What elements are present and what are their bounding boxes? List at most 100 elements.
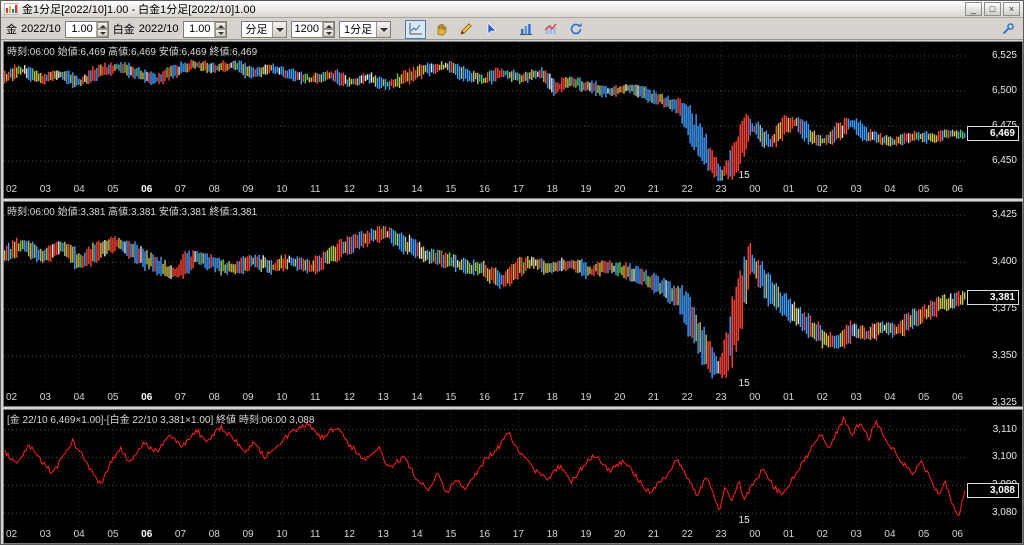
price-tick-label: 3,080: [991, 507, 1017, 519]
time-tick-label: 07: [174, 529, 187, 540]
time-tick-label: 18: [546, 392, 558, 403]
bar-chart-tool-button[interactable]: [515, 20, 536, 39]
chart-window: 金1分足[2022/10]1.00 - 白金1分足[2022/10]1.00 _…: [0, 0, 1024, 545]
price-tick-label: 3,100: [991, 451, 1017, 463]
time-tick-label: 12: [343, 529, 355, 540]
time-tick-label: 02: [6, 529, 18, 540]
current-price-box: 6,469: [967, 126, 1019, 142]
pointer-tool-button[interactable]: [480, 20, 501, 39]
bar-type-select[interactable]: 分足: [240, 20, 287, 38]
platinum-chart-plot[interactable]: 時刻:06:00 始値:3,381 高値:3,381 安値:3,381 終値:3…: [4, 202, 966, 390]
time-tick-label: 01: [783, 184, 795, 195]
time-tick-label: 10: [276, 184, 288, 195]
bar-count-input[interactable]: 1200: [290, 20, 336, 38]
time-tick-label: 05: [107, 184, 119, 195]
gold-multiplier-input[interactable]: 1.00: [64, 20, 109, 38]
time-tick-label: 07: [174, 392, 187, 403]
time-tick-label: 13: [377, 392, 389, 403]
chart-cursor-tool-button[interactable]: [405, 19, 427, 39]
time-tick-label: 02: [6, 184, 18, 195]
platinum-multiplier-spinner[interactable]: [213, 21, 226, 37]
title-bar[interactable]: 金1分足[2022/10]1.00 - 白金1分足[2022/10]1.00 _…: [1, 1, 1023, 18]
time-tick-label: 11: [310, 529, 321, 540]
time-tick-label: 23: [715, 392, 727, 403]
time-tick-label: 18: [546, 184, 558, 195]
restore-button[interactable]: □: [984, 2, 1001, 16]
time-tick-label: 03: [850, 392, 862, 403]
hand-icon: [437, 24, 446, 36]
time-tick-label: 04: [73, 184, 85, 195]
app-icon: [4, 3, 18, 15]
platinum-chart-info: 時刻:06:00 始値:3,381 高値:3,381 安値:3,381 終値:3…: [7, 207, 258, 218]
time-tick-label: 03: [39, 529, 51, 540]
time-tick-label: 03: [39, 184, 51, 195]
day-marker-label: 15: [738, 378, 750, 389]
time-tick-label: 15: [445, 529, 457, 540]
price-tick-label: 3,425: [991, 209, 1017, 221]
time-tick-label: 12: [343, 392, 355, 403]
day-marker-label: 15: [738, 170, 750, 181]
gold-chart-info: 時刻:06:00 始値:6,469 高値:6,469 安値:6,469 終値:6…: [7, 47, 258, 58]
time-tick-label: 06: [952, 392, 964, 403]
time-tick-label: 21: [647, 529, 660, 540]
toolbar: 金 2022/10 1.00 白金 2022/10 1.00 分足 1200 1…: [1, 19, 1023, 40]
interval-value: 1分足: [344, 24, 373, 36]
time-tick-label: 08: [208, 184, 220, 195]
time-tick-label: 01: [783, 392, 795, 403]
time-tick-label: 08: [208, 392, 220, 403]
interval-select[interactable]: 1分足: [339, 20, 392, 38]
gold-time-axis: 02 03 04 05 06 07 08 09 10 11 12 13 14 15 16 17 18 19 20 21…: [4, 182, 966, 198]
cursor-arrow-icon: [487, 22, 497, 35]
time-tick-label: 02: [816, 184, 828, 195]
time-tick-label: 01: [783, 529, 795, 540]
candle-chart-tool-button[interactable]: [540, 20, 561, 39]
candle-chart-icon: [544, 23, 557, 34]
time-tick-label: 17: [512, 392, 524, 403]
bar-type-value: 分足: [245, 24, 268, 36]
time-tick-label: 06: [141, 392, 153, 403]
time-tick-label: 00: [749, 184, 761, 195]
platinum-contract-month: 2022/10: [138, 23, 179, 35]
platinum-multiplier-input[interactable]: 1.00: [182, 20, 227, 38]
time-tick-label: 16: [479, 529, 491, 540]
day-marker-label: 15: [738, 515, 750, 526]
time-tick-label: 05: [918, 184, 930, 195]
price-tick-label: 3,350: [991, 350, 1017, 362]
time-tick-label: 00: [749, 529, 761, 540]
time-tick-label: 13: [377, 184, 389, 195]
time-tick-label: 04: [73, 529, 85, 540]
time-tick-label: 09: [242, 529, 254, 540]
platinum-chart-panel: 時刻:06:00 始値:3,381 高値:3,381 安値:3,381 終値:3…: [3, 201, 1023, 407]
price-tick-label: 6,500: [991, 85, 1017, 96]
time-tick-label: 02: [6, 392, 18, 403]
price-tick-label: 3,110: [992, 423, 1017, 435]
close-button[interactable]: ×: [1003, 2, 1020, 16]
time-tick-label: 12: [343, 184, 355, 195]
refresh-tool-button[interactable]: [565, 20, 586, 39]
gold-multiplier-spinner[interactable]: [95, 21, 108, 37]
gold-contract-month: 2022/10: [21, 23, 61, 35]
time-tick-label: 09: [242, 184, 254, 195]
gold-chart-plot[interactable]: 時刻:06:00 始値:6,469 高値:6,469 安値:6,469 終値:6…: [4, 42, 966, 182]
time-tick-label: 19: [580, 392, 592, 403]
pencil-tool-button[interactable]: [455, 20, 476, 39]
bar-count-spinner[interactable]: [322, 21, 335, 37]
chart-settings-button[interactable]: [997, 20, 1018, 39]
time-tick-label: 10: [276, 392, 288, 403]
pencil-icon: [460, 23, 472, 35]
spread-price-axis: 3,1103,1003,0903,0803,088: [966, 410, 1022, 543]
time-tick-label: 06: [952, 184, 964, 195]
time-tick-label: 05: [918, 392, 930, 403]
time-tick-label: 06: [952, 529, 964, 540]
chevron-down-icon[interactable]: [376, 21, 391, 37]
time-tick-label: 14: [411, 184, 423, 195]
time-tick-label: 06: [141, 529, 153, 540]
time-tick-label: 22: [681, 184, 693, 195]
time-tick-label: 02: [816, 392, 828, 403]
refresh-icon: [570, 23, 582, 35]
minimize-button[interactable]: _: [965, 2, 982, 16]
chevron-down-icon[interactable]: [271, 21, 286, 37]
time-tick-label: 07: [174, 184, 187, 195]
pan-hand-tool-button[interactable]: [430, 20, 451, 39]
spread-chart-plot[interactable]: [金 22/10 6,469×1.00]-[白金 22/10 3,381×1.0…: [4, 410, 966, 527]
